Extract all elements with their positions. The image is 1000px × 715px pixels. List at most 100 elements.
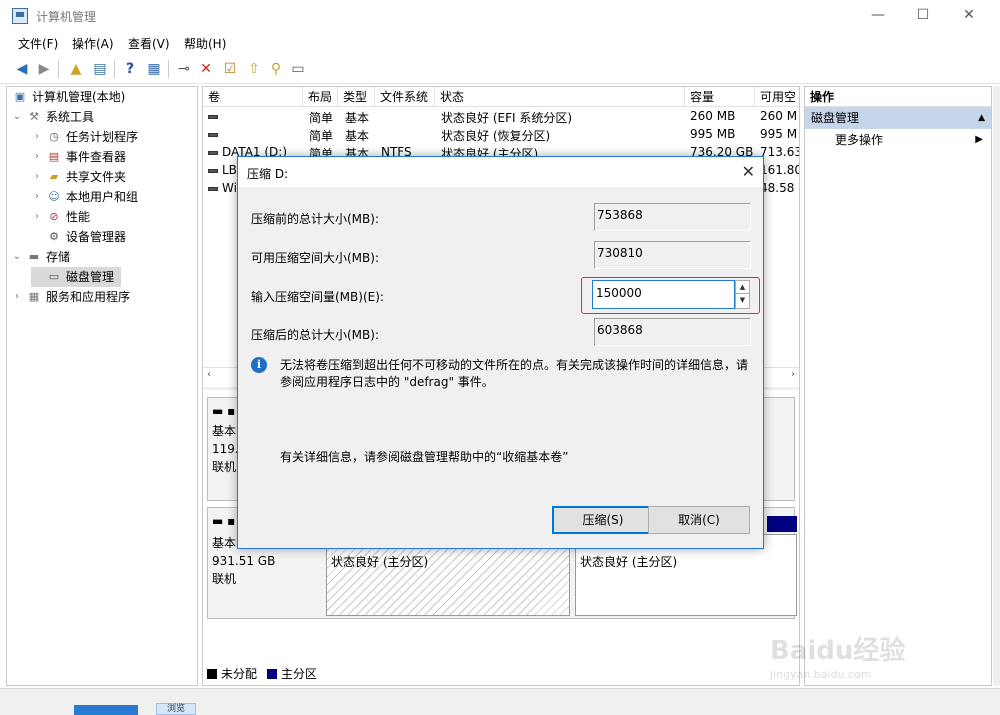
- properties-icon[interactable]: ▦: [144, 59, 164, 79]
- expand-icon[interactable]: ›: [11, 287, 23, 307]
- tree-system-tools[interactable]: ⌄ ⚒ 系统工具: [11, 107, 94, 127]
- actions-pane: 操作 磁盘管理 ▲ 更多操作 ▶: [804, 86, 992, 686]
- tree-local-users[interactable]: › ☺ 本地用户和组: [31, 187, 138, 207]
- disk-icon: ▭: [48, 270, 60, 283]
- event-viewer-icon: ▤: [48, 150, 60, 163]
- clock-icon: ◷: [49, 130, 59, 143]
- taskbar-item[interactable]: [74, 705, 138, 715]
- menu-file[interactable]: 文件(F): [18, 35, 58, 52]
- export-icon[interactable]: ⇧: [244, 59, 264, 79]
- help-icon[interactable]: ?: [120, 59, 140, 79]
- tree-disk-management[interactable]: ▭ 磁盘管理: [31, 267, 121, 287]
- disk-1-status: 联机: [212, 572, 237, 586]
- drive-icon: [208, 168, 218, 173]
- drive-icon: [208, 132, 218, 137]
- maximize-button[interactable]: ☐: [911, 4, 935, 26]
- column-filesystem[interactable]: 文件系统: [375, 87, 435, 107]
- expand-icon[interactable]: ›: [31, 127, 43, 147]
- expand-icon[interactable]: ›: [31, 147, 43, 167]
- volume-column-headers: 卷 布局 类型 文件系统 状态 容量 可用空: [203, 87, 799, 107]
- info-icon: i: [251, 357, 267, 373]
- collapse-icon[interactable]: ⌄: [11, 247, 23, 267]
- collapse-triangle-icon[interactable]: ▲: [978, 107, 985, 129]
- vertical-scrollbar[interactable]: [993, 86, 1000, 686]
- drive-icon: [208, 186, 218, 191]
- scroll-right-icon[interactable]: ›: [791, 369, 795, 380]
- up-folder-icon[interactable]: ▲: [66, 59, 86, 79]
- actions-disk-management[interactable]: 磁盘管理 ▲: [805, 107, 991, 129]
- expand-icon[interactable]: ›: [31, 167, 43, 187]
- console-icon[interactable]: ▭: [288, 59, 308, 79]
- drive-icon: [208, 114, 218, 119]
- shrink-dialog: 压缩 D: ✕ 压缩前的总计大小(MB): 753868 可用压缩空间大小(MB…: [237, 156, 764, 549]
- watermark-logo: Baidu经验: [770, 636, 906, 666]
- close-button[interactable]: ✕: [957, 4, 981, 26]
- dialog-close-icon[interactable]: ✕: [742, 162, 755, 181]
- computer-management-icon: [12, 8, 28, 24]
- tree-performance[interactable]: › ⊘ 性能: [31, 207, 90, 227]
- services-icon: ▦: [28, 290, 40, 303]
- expand-icon[interactable]: ›: [31, 207, 43, 227]
- available-label: 可用压缩空间大小(MB):: [251, 251, 379, 265]
- tree-root[interactable]: ▣ 计算机管理(本地): [9, 87, 126, 107]
- primary-partition-bar: [767, 516, 797, 532]
- disk-1-drive-icon: ▬ ▪: [212, 514, 236, 528]
- help-message: 有关详细信息，请参阅磁盘管理帮助中的“收缩基本卷”: [280, 450, 569, 464]
- connect-icon[interactable]: ⊸: [174, 59, 194, 79]
- checklist-icon[interactable]: ☑: [220, 59, 240, 79]
- expand-icon[interactable]: ›: [31, 187, 43, 207]
- scroll-left-icon[interactable]: ‹: [207, 369, 211, 380]
- shrink-button[interactable]: 压缩(S): [552, 506, 654, 534]
- legend: 未分配 主分区: [207, 665, 317, 682]
- search-icon[interactable]: ⚲: [266, 59, 286, 79]
- show-hide-tree-icon[interactable]: ▤: [90, 59, 110, 79]
- minimize-button[interactable]: —: [866, 4, 890, 26]
- drive-icon: [208, 150, 218, 155]
- menu-action[interactable]: 操作(A): [72, 35, 114, 52]
- dialog-title: 压缩 D:: [247, 167, 289, 181]
- total-after-label: 压缩后的总计大小(MB):: [251, 328, 379, 342]
- tree-device-manager[interactable]: ⚙ 设备管理器: [31, 227, 126, 247]
- taskbar-browse[interactable]: 浏览: [156, 703, 196, 715]
- dialog-titlebar: 压缩 D: ✕: [238, 157, 763, 187]
- status-bar: [0, 688, 1000, 715]
- column-volume[interactable]: 卷: [203, 87, 303, 107]
- storage-icon: ▬: [28, 250, 40, 263]
- back-arrow-icon[interactable]: ◀: [12, 59, 32, 79]
- tools-icon: ⚒: [29, 110, 39, 123]
- table-row[interactable]: 简单 基本 状态良好 (EFI 系统分区) 260 MB 260 M: [203, 108, 799, 126]
- more-actions[interactable]: 更多操作 ▶: [805, 129, 991, 151]
- actions-header: 操作: [805, 87, 991, 107]
- users-icon: ☺: [48, 190, 60, 203]
- collapse-icon[interactable]: ⌄: [11, 107, 23, 127]
- shrink-amount-stepper[interactable]: ▲ ▼: [735, 280, 750, 309]
- tree-shared-folders[interactable]: › ▰ 共享文件夹: [31, 167, 126, 187]
- table-row[interactable]: 简单 基本 状态良好 (恢复分区) 995 MB 995 M: [203, 126, 799, 144]
- tree-task-scheduler[interactable]: › ◷ 任务计划程序: [31, 127, 138, 147]
- menu-help[interactable]: 帮助(H): [184, 35, 226, 52]
- total-after-field: 603868: [594, 318, 751, 346]
- column-capacity[interactable]: 容量: [685, 87, 755, 107]
- tree-storage[interactable]: ⌄ ▬ 存储: [11, 247, 70, 267]
- shrink-amount-input[interactable]: 150000: [592, 280, 735, 309]
- column-status[interactable]: 状态: [435, 87, 685, 107]
- column-layout[interactable]: 布局: [303, 87, 338, 107]
- performance-icon: ⊘: [49, 210, 59, 223]
- delete-icon[interactable]: ✕: [196, 59, 216, 79]
- computer-icon: ▣: [14, 90, 26, 103]
- column-type[interactable]: 类型: [338, 87, 375, 107]
- watermark-url: jingyan.baidu.com: [770, 668, 872, 681]
- spin-up-icon[interactable]: ▲: [736, 281, 749, 294]
- shared-folder-icon: ▰: [49, 170, 59, 183]
- menu-bar: 文件(F) 操作(A) 查看(V) 帮助(H): [0, 32, 1000, 54]
- tree-event-viewer[interactable]: › ▤ 事件查看器: [31, 147, 126, 167]
- cancel-button[interactable]: 取消(C): [648, 506, 750, 534]
- forward-arrow-icon[interactable]: ▶: [34, 59, 54, 79]
- unallocated-swatch: [207, 668, 217, 679]
- navigation-tree: ▣ 计算机管理(本地) ⌄ ⚒ 系统工具 › ◷ 任务计划程序 › ▤ 事件查看器 › ▰ 共享文…: [6, 86, 198, 686]
- menu-view[interactable]: 查看(V): [128, 35, 170, 52]
- spin-down-icon[interactable]: ▼: [736, 294, 749, 307]
- tree-services-apps[interactable]: › ▦ 服务和应用程序: [11, 287, 130, 307]
- column-free[interactable]: 可用空: [755, 87, 799, 107]
- toolbar: ◀ ▶ ▲ ▤ ? ▦ ⊸ ✕ ☑ ⇧ ⚲ ▭: [0, 54, 1000, 84]
